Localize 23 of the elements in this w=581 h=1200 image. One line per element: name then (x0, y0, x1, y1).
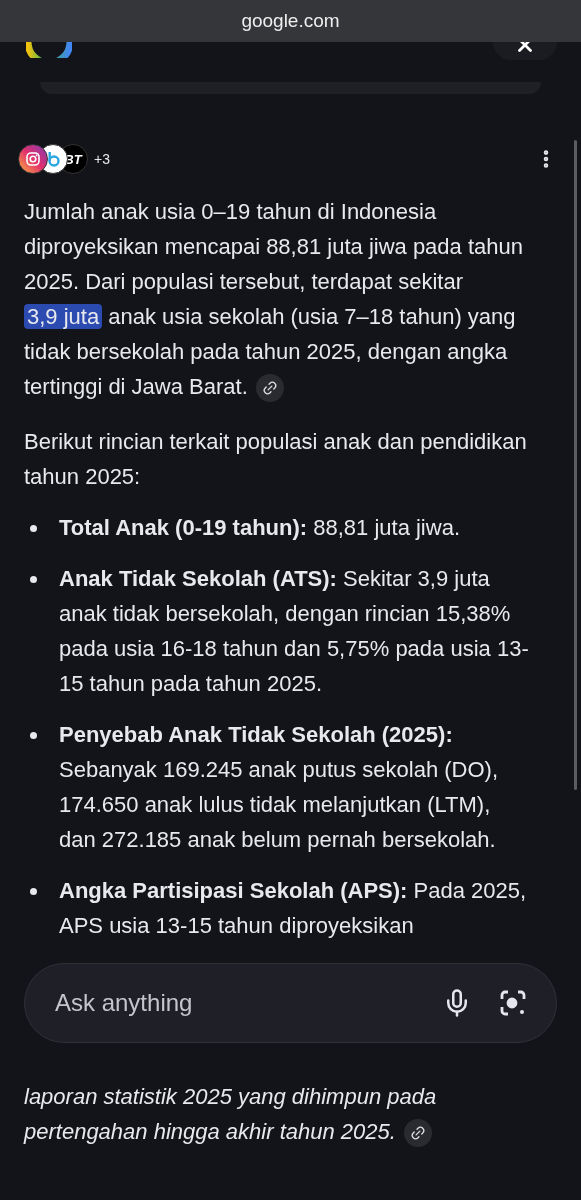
note-paragraph: laporan statistik 2025 yang dihimpun pada pertengahan hingga akhir tahun 2025. (24, 1079, 557, 1149)
bullet-item: Penyebab Anak Tidak Sekolah (2025): Sebanyak 169.245 anak putus sekolah (DO), 174.650 anak lulus tidak melanjutkan (LTM), dan 272.185 anak belum pernah bersekolah. (59, 721, 500, 854)
more-sources-count[interactable]: +3 (94, 151, 110, 167)
bullet-dot (30, 525, 37, 532)
bullet-item: Total Anak (0-19 tahun): 88,81 juta jiwa. (59, 514, 461, 542)
link-icon[interactable] (255, 374, 284, 403)
answer-paragraph: Jumlah anak usia 0–19 tahun di Indonesia diproyeksikan mencapai 88,81 juta jiwa pada tahun 2025. Dari populasi tersebut, terdapat sekitar 3,9 juta anak usia sekolah (usia 7–18 tahun) yang tidak bersekolah pada tahun 2025, dengan angka tertinggi di Jawa Barat. (24, 194, 529, 404)
address-bar[interactable]: google.com (0, 0, 581, 42)
close-button[interactable] (493, 42, 557, 60)
lead-paragraph: Berikut rincian terkait populasi anak dan pendidikan tahun 2025: (24, 428, 528, 491)
bullet-dot (30, 888, 37, 895)
link-icon[interactable] (403, 1119, 432, 1148)
bullet-dot (30, 732, 37, 739)
bullet-dot (30, 576, 37, 583)
instagram-logo-icon (18, 144, 48, 174)
logo-icon (26, 42, 72, 58)
scrollbar[interactable] (574, 140, 577, 790)
ask-field[interactable]: Ask anything (24, 963, 557, 1043)
bullet-item: Angka Partisipasi Sekolah (APS): Pada 2025, APS usia 13-15 tahun diproyeksikan (59, 877, 528, 940)
camera-search-icon[interactable] (498, 988, 528, 1018)
domain-text: google.com (241, 10, 340, 32)
ask-input[interactable]: Ask anything (53, 988, 416, 1018)
bullet-item: Anak Tidak Sekolah (ATS): Sekitar 3,9 juta anak tidak bersekolah, dengan rincian 15,38% pada usia 16-18 tahun dan 5,75% pada usia 13-15 tahun pada tahun 2025. (59, 565, 529, 698)
